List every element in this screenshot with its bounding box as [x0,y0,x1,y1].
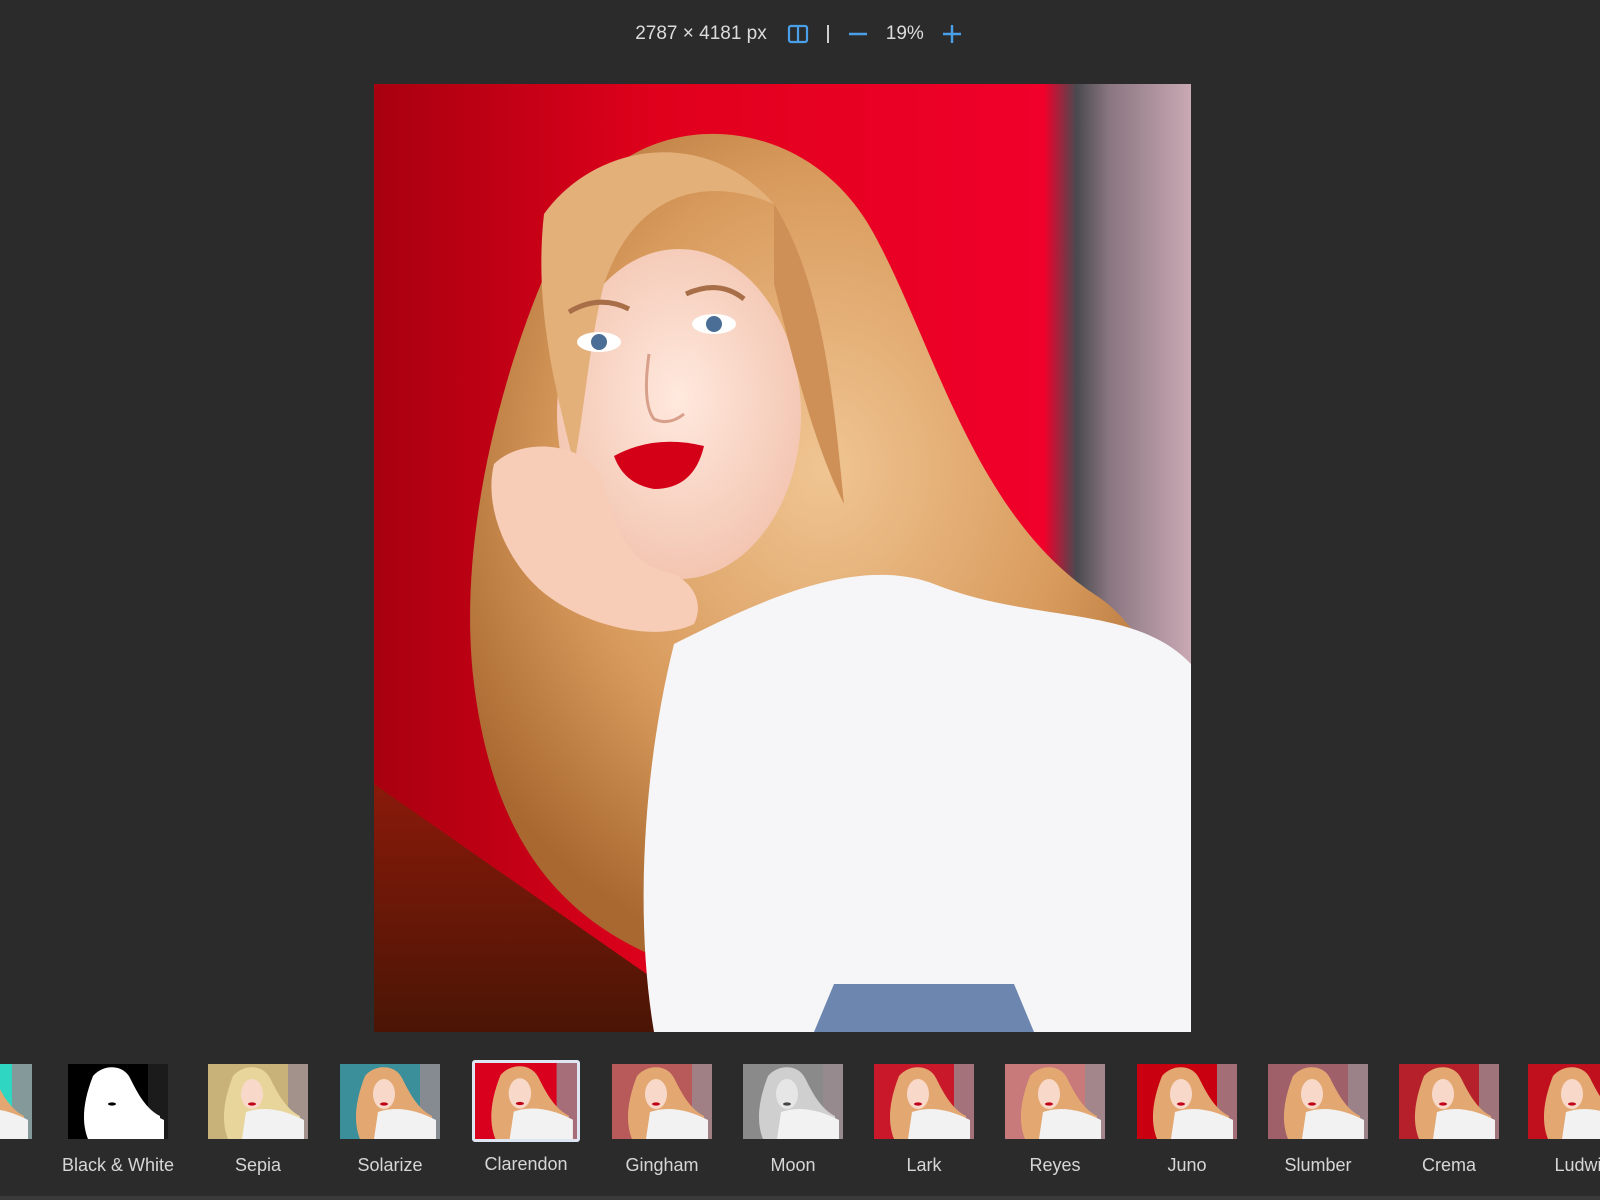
filter-label: Ludwi [1554,1155,1600,1175]
filter-label: Reyes [1029,1155,1081,1175]
filter-item[interactable]: Clarendon [466,1058,586,1175]
filter-thumbnail [472,1060,580,1142]
filter-label: Crema [1421,1155,1476,1175]
compare-icon[interactable] [785,21,811,47]
filter-item[interactable]: Gingham [602,1058,722,1176]
filter-filmstrip[interactable]: t Black & White Sepia Solarize Clarendon Ging… [0,1058,1600,1200]
filmstrip-bottom-border [0,1196,1600,1200]
filter-item[interactable]: Sepia [198,1058,318,1176]
filter-label: Gingham [625,1155,699,1175]
zoom-out-icon[interactable] [845,21,871,47]
image-dimensions: 2787 × 4181 px [635,23,767,44]
filter-label: Moon [770,1155,816,1175]
portrait-photo [374,84,1191,1032]
zoom-level: 19% [885,23,924,44]
filter-item[interactable]: Ludwi [1518,1058,1600,1176]
filter-label: Slumber [1284,1155,1352,1175]
filter-thumbnail [208,1064,308,1139]
filter-thumbnail [1399,1064,1499,1139]
filter-thumbnail [340,1064,440,1139]
filter-thumbnail [1005,1064,1105,1139]
filter-item[interactable]: Slumber [1258,1058,1378,1176]
filter-thumbnail [743,1064,843,1139]
filter-thumbnail [1528,1064,1600,1139]
filter-item[interactable]: Reyes [995,1058,1115,1176]
filter-thumbnail [1268,1064,1368,1139]
filter-label: Solarize [357,1155,423,1175]
toolbar-divider [826,25,829,43]
filter-item[interactable]: Black & White [58,1058,178,1176]
filter-thumbnail [874,1064,974,1139]
filter-item[interactable]: Solarize [330,1058,450,1176]
filter-label: Clarendon [484,1154,568,1174]
filter-label: Black & White [61,1155,175,1175]
filter-item[interactable]: Juno [1127,1058,1247,1176]
filter-item[interactable]: Moon [733,1058,853,1176]
filter-thumbnail [0,1064,32,1139]
filter-item[interactable]: Crema [1389,1058,1509,1176]
image-canvas[interactable] [374,84,1191,1032]
top-toolbar: 2787 × 4181 px 19% [0,14,1600,54]
filter-item[interactable]: t [0,1058,42,1176]
filter-thumbnail [1137,1064,1237,1139]
zoom-in-icon[interactable] [939,21,965,47]
filter-label: Sepia [234,1155,282,1175]
filter-item[interactable]: Lark [864,1058,984,1176]
filter-thumbnail [68,1064,168,1139]
filter-label: Juno [1167,1155,1207,1175]
filter-label: t [0,1155,42,1176]
filter-label: Lark [906,1155,942,1175]
filter-thumbnail [612,1064,712,1139]
